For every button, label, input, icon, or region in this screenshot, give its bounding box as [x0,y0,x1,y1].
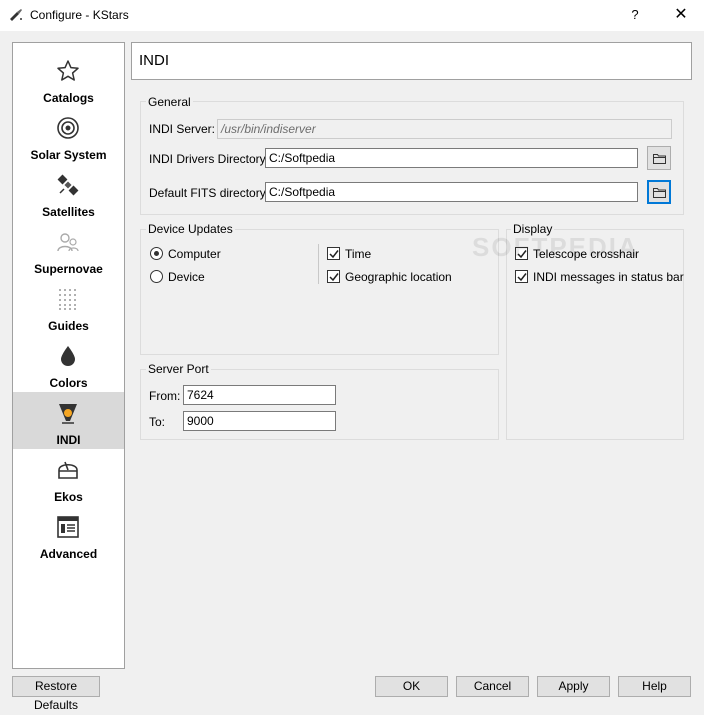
server-port-group-title: Server Port [146,362,211,376]
folder-icon [653,154,666,164]
sidebar-item-ekos[interactable]: Ekos [13,449,124,506]
config-sidebar: Catalogs Solar System Satellites Superno… [12,42,125,669]
advanced-icon [57,516,79,538]
port-from-label: From: [149,389,181,403]
window-close-button[interactable]: ✕ [664,3,698,27]
sidebar-item-satellites[interactable]: Satellites [13,164,124,221]
ok-button[interactable]: OK [375,676,448,697]
drivers-directory-browse-button[interactable] [647,146,671,170]
computer-radio-label[interactable]: Computer [168,247,221,261]
sidebar-item-solar-system[interactable]: Solar System [13,107,124,164]
help-button[interactable]: Help [618,676,691,697]
title-bar: Configure - KStars ? ✕ [0,0,704,31]
sidebar-item-label: Solar System [30,148,107,162]
page-header: INDI [131,42,692,80]
star-icon [57,60,79,81]
sidebar-item-label: Supernovae [34,262,103,276]
indi-icon [59,404,77,424]
window-help-button[interactable]: ? [620,3,650,27]
fits-directory-input[interactable]: C:/Softpedia [265,182,638,202]
folder-icon [653,188,666,198]
guides-icon [59,289,76,310]
ekos-icon [58,461,78,479]
geographic-location-checkbox[interactable] [327,270,340,283]
time-checkbox-label[interactable]: Time [345,247,371,261]
drivers-directory-input[interactable]: C:/Softpedia [265,148,638,168]
sidebar-item-advanced[interactable]: Advanced [13,506,124,563]
device-radio-label[interactable]: Device [168,270,205,284]
indi-messages-checkbox[interactable] [515,270,528,283]
cancel-button[interactable]: Cancel [456,676,529,697]
page-title: INDI [139,52,169,69]
vertical-divider [318,244,319,284]
solar-system-icon [57,117,79,139]
indi-server-field: /usr/bin/indiserver [217,119,672,139]
colors-icon [61,346,75,366]
sidebar-item-guides[interactable]: Guides [13,278,124,335]
sidebar-item-colors[interactable]: Colors [13,335,124,392]
sidebar-item-label: Colors [49,376,88,390]
device-updates-group-title: Device Updates [146,222,235,236]
sidebar-item-label: INDI [56,433,81,447]
fits-directory-label: Default FITS directory: [149,186,270,200]
sidebar-item-label: Guides [48,319,89,333]
sidebar-item-catalogs[interactable]: Catalogs [13,50,124,107]
checkmark-icon [329,250,339,259]
restore-defaults-button[interactable]: Restore Defaults [12,676,100,712]
checkmark-icon [329,273,339,282]
geographic-location-checkbox-label[interactable]: Geographic location [345,270,452,284]
supernovae-icon [57,233,79,252]
sidebar-item-label: Ekos [54,490,83,504]
fits-directory-browse-button[interactable] [647,180,671,204]
port-to-label: To: [149,415,166,429]
computer-radio[interactable] [150,247,163,260]
indi-server-label: INDI Server: [149,122,216,136]
checkmark-icon [517,273,527,282]
sidebar-item-supernovae[interactable]: Supernovae [13,221,124,278]
sidebar-item-indi[interactable]: INDI [13,392,124,449]
time-checkbox[interactable] [327,247,340,260]
sidebar-item-label: Satellites [42,205,95,219]
device-radio[interactable] [150,270,163,283]
apply-button[interactable]: Apply [537,676,610,697]
window-title: Configure - KStars [30,8,129,22]
sidebar-item-label: Advanced [39,547,98,561]
sidebar-item-label: Catalogs [43,91,94,105]
indi-messages-label[interactable]: INDI messages in status bar [533,270,684,284]
drivers-directory-label: INDI Drivers Directory: [149,152,270,166]
kstars-app-icon [10,9,22,21]
port-to-input[interactable]: 9000 [183,411,336,431]
watermark: SOFTPEDIA [472,232,639,262]
port-from-input[interactable]: 7624 [183,385,336,405]
satellite-icon [57,174,79,196]
general-group-title: General [146,95,193,109]
